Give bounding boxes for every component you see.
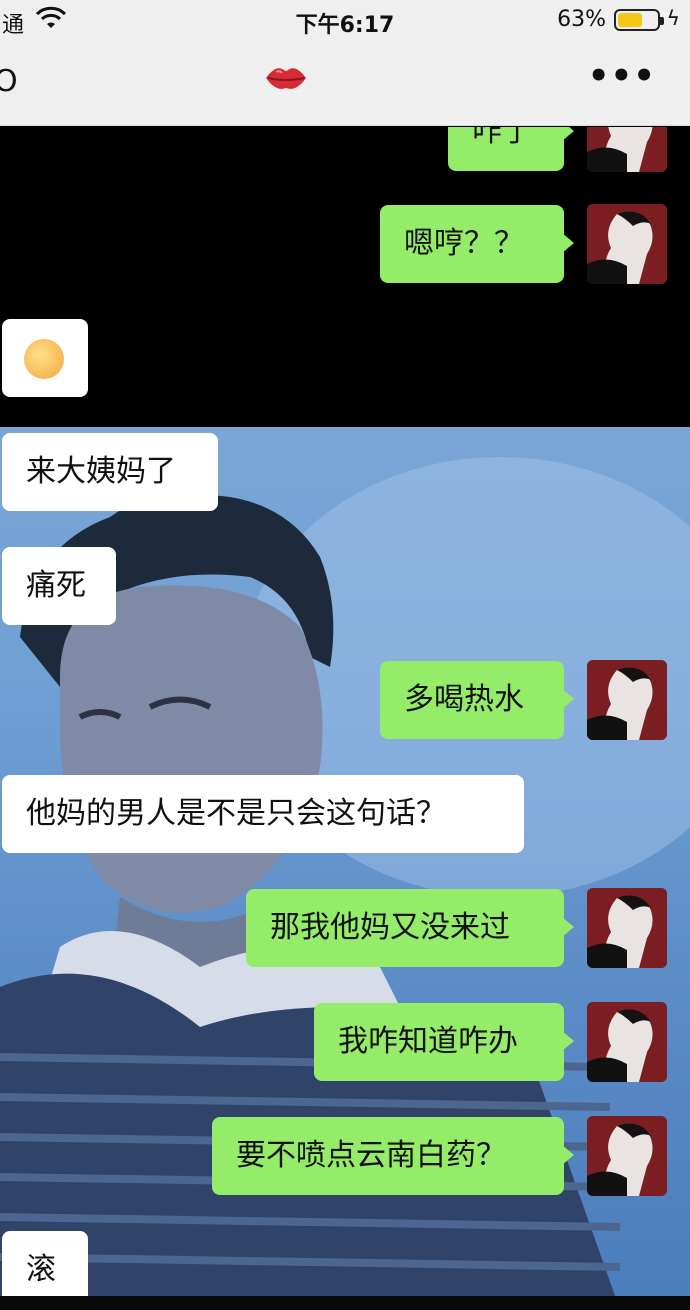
message-bubble-incoming[interactable]: 痛死 [2, 547, 116, 625]
message-bubble-incoming[interactable]: 他妈的男人是不是只会这句话？ [2, 775, 524, 853]
avatar[interactable] [587, 888, 667, 968]
chat-header: O ••• [0, 40, 690, 126]
lips-icon [266, 68, 306, 89]
avatar[interactable] [587, 1002, 667, 1082]
message-text: 嗯哼？？ [404, 226, 524, 261]
battery-icon [614, 9, 664, 31]
avatar[interactable] [587, 204, 667, 284]
message-bubble-outgoing[interactable]: 我咋知道咋办 [314, 1003, 574, 1081]
more-icon[interactable]: ••• [588, 56, 656, 96]
status-bar: 通 下午6:17 63% ϟ [0, 0, 690, 40]
message-bubble-incoming[interactable]: 来大姨妈了 [2, 433, 218, 511]
message-bubble-outgoing[interactable]: 咋了 [448, 127, 574, 171]
avatar[interactable] [587, 127, 667, 172]
message-text: 来大姨妈了 [26, 454, 176, 489]
message-bubble-outgoing[interactable]: 多喝热水 [380, 661, 574, 739]
avatar[interactable] [587, 660, 667, 740]
message-bubble-outgoing[interactable]: 要不喷点云南白药？ [212, 1117, 574, 1195]
message-bubble-outgoing[interactable]: 嗯哼？？ [380, 205, 574, 283]
message-text: 我咋知道咋办 [338, 1024, 518, 1059]
battery-fill [618, 13, 642, 27]
laughing-emoji-icon [24, 339, 64, 379]
message-text: 痛死 [26, 568, 86, 603]
charging-icon: ϟ [666, 6, 680, 30]
message-bubble-incoming[interactable] [2, 319, 88, 397]
message-text: 他妈的男人是不是只会这句话？ [26, 796, 446, 831]
message-text: 咋了 [472, 127, 532, 149]
message-text: 要不喷点云南白药？ [236, 1138, 506, 1173]
message-text: 多喝热水 [404, 682, 524, 717]
message-bubble-outgoing[interactable]: 那我他妈又没来过 [246, 889, 574, 967]
battery-percent: 63% [557, 7, 606, 32]
back-button[interactable]: O [0, 64, 18, 99]
message-text: 那我他妈又没来过 [270, 910, 510, 945]
chat-area: 咋了嗯哼？？ 来大姨妈了痛死多喝热水他妈的男人是不是只会这句话？ 那我他妈又没来过我… [0, 127, 690, 1310]
avatar[interactable] [587, 1116, 667, 1196]
message-text: 滚 [26, 1252, 56, 1287]
